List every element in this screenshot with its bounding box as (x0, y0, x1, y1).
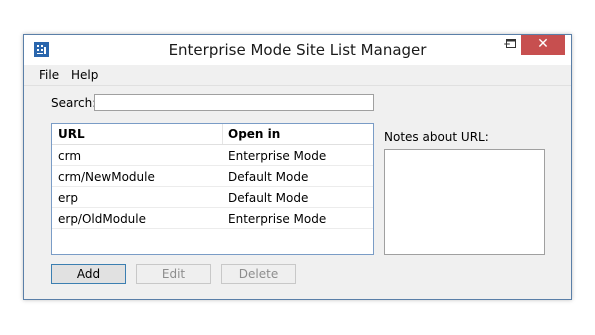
cell-url: erp (58, 191, 78, 205)
close-button[interactable]: ✕ (521, 35, 565, 55)
menu-file[interactable]: File (39, 68, 59, 82)
notes-textarea[interactable] (384, 149, 545, 255)
cell-url: erp/OldModule (58, 212, 147, 226)
add-button[interactable]: Add (51, 264, 126, 284)
cell-open-in: Enterprise Mode (228, 149, 327, 163)
search-label: Search: (51, 96, 97, 110)
title-bar[interactable]: Enterprise Mode Site List Manager – ✕ (24, 35, 571, 65)
menu-bar: File Help (24, 65, 571, 86)
cell-url: crm/NewModule (58, 170, 155, 184)
cell-open-in: Default Mode (228, 191, 309, 205)
window-title: Enterprise Mode Site List Manager (168, 41, 427, 59)
list-header: URL Open in (52, 124, 373, 145)
menu-help[interactable]: Help (71, 68, 98, 82)
url-list[interactable]: URL Open in crm Enterprise Mode crm/NewM… (51, 123, 374, 255)
column-divider[interactable] (222, 124, 223, 144)
client-area: Search: URL Open in crm Enterprise Mode … (24, 86, 571, 299)
table-row[interactable]: crm/NewModule Default Mode (52, 166, 373, 187)
cell-url: crm (58, 149, 82, 163)
edit-button[interactable]: Edit (136, 264, 211, 284)
search-input[interactable] (94, 94, 374, 111)
delete-button[interactable]: Delete (221, 264, 296, 284)
column-header-url[interactable]: URL (58, 127, 85, 141)
cell-open-in: Default Mode (228, 170, 309, 184)
table-row[interactable]: erp Default Mode (52, 187, 373, 208)
notes-label: Notes about URL: (384, 130, 489, 144)
app-window: Enterprise Mode Site List Manager – ✕ Fi… (23, 34, 572, 300)
close-icon: ✕ (537, 36, 549, 52)
column-header-open-in[interactable]: Open in (228, 127, 280, 141)
table-row[interactable]: crm Enterprise Mode (52, 145, 373, 166)
table-row[interactable]: erp/OldModule Enterprise Mode (52, 208, 373, 229)
cell-open-in: Enterprise Mode (228, 212, 327, 226)
